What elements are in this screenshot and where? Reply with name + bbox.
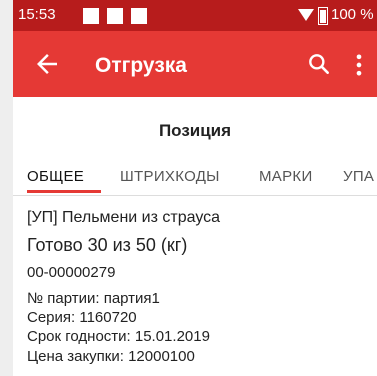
battery-percent: 100 % xyxy=(331,6,374,23)
batch-number: № партии: партия1 xyxy=(27,290,160,307)
app-bar: Отгрузка xyxy=(13,31,377,97)
purchase-price: Цена закупки: 12000100 xyxy=(27,348,195,365)
screenshot-frame: 15:53 100 % Отгрузка Позиция ОБЩЕЕ ШТРИХ… xyxy=(0,0,377,376)
notification-icon xyxy=(83,8,99,24)
back-arrow-icon[interactable] xyxy=(32,49,62,79)
notification-icon xyxy=(107,8,123,24)
expiry-date: Срок годности: 15.01.2019 xyxy=(27,328,210,345)
divider xyxy=(13,195,377,196)
status-time: 15:53 xyxy=(18,6,56,23)
active-tab-indicator xyxy=(27,190,101,193)
page-title: Отгрузка xyxy=(95,54,187,77)
progress-text: Готово 30 из 50 (кг) xyxy=(27,235,188,255)
product-name: [УП] Пельмени из страуса xyxy=(27,209,221,226)
more-vert-icon[interactable] xyxy=(352,51,366,79)
notification-icon xyxy=(131,8,147,24)
status-bar: 15:53 100 % xyxy=(13,0,377,31)
product-code: 00-00000279 xyxy=(27,264,116,281)
tab-bar: ОБЩЕЕ ШТРИХКОДЫ МАРКИ УПА xyxy=(13,162,377,194)
phone-screen: 15:53 100 % Отгрузка Позиция ОБЩЕЕ ШТРИХ… xyxy=(13,0,377,376)
series-number: Серия: 1160720 xyxy=(27,309,137,326)
tab-marks[interactable]: МАРКИ xyxy=(259,168,313,185)
tab-general[interactable]: ОБЩЕЕ xyxy=(27,168,84,185)
section-title: Позиция xyxy=(158,121,232,140)
battery-icon xyxy=(318,7,328,25)
tab-packaging[interactable]: УПА xyxy=(343,168,374,185)
search-icon[interactable] xyxy=(306,51,332,77)
tab-barcodes[interactable]: ШТРИХКОДЫ xyxy=(120,168,220,185)
wifi-icon xyxy=(298,9,314,21)
